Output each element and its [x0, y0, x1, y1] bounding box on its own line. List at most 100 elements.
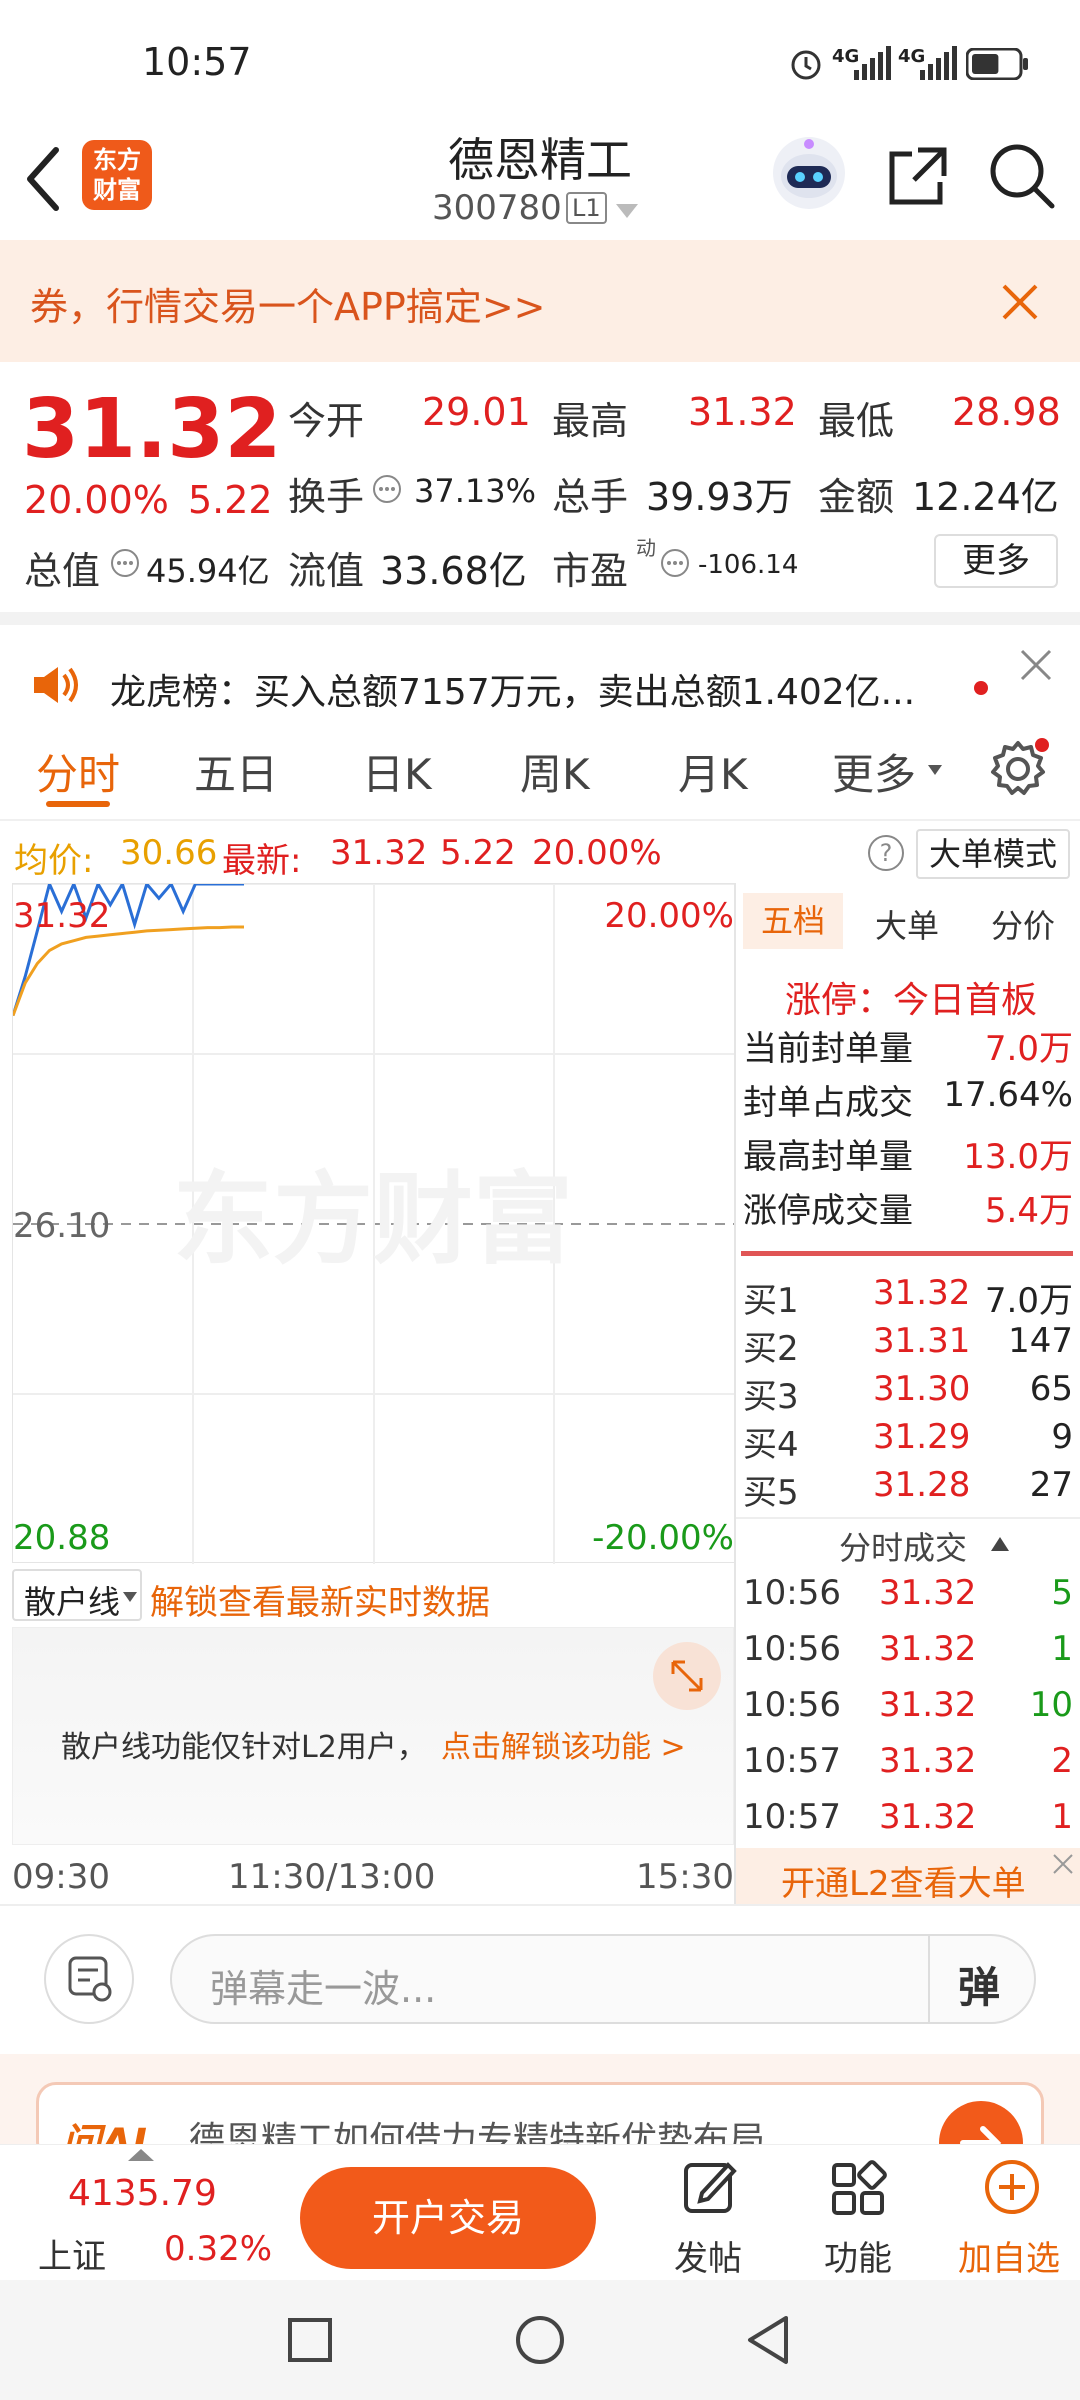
unlock-feature-link[interactable]: 点击解锁该功能 > — [441, 1722, 686, 1766]
promo-banner[interactable]: 券，行情交易一个APP搞定>> — [0, 240, 1080, 362]
tab-monthly-k[interactable]: 月K — [678, 741, 748, 802]
index-value[interactable]: 4135.79 — [68, 2173, 217, 2214]
retail-line-selector[interactable]: 散户线 — [12, 1569, 142, 1621]
stat-value: 17.64% — [943, 1075, 1073, 1115]
expand-icon[interactable] — [653, 1642, 721, 1710]
price-chart-svg[interactable]: 东方财富 — [13, 884, 735, 1564]
search-icon[interactable] — [986, 140, 1056, 210]
edit-post-icon[interactable] — [680, 2157, 740, 2217]
big-order-mode-button[interactable]: 大单模式 — [916, 829, 1070, 879]
danmu-bar: 弹幕走一波... 弹 — [0, 1906, 1080, 2054]
buy-volume: 147 — [1008, 1321, 1073, 1361]
last-change: 5.22 — [440, 833, 516, 873]
function-label[interactable]: 功能 — [824, 2231, 892, 2280]
buy-price: 31.30 — [873, 1369, 971, 1409]
bottom-nav: 4135.79 上证 0.32% 开户交易 发帖 功能 加自选 — [0, 2144, 1080, 2280]
home-icon[interactable] — [514, 2314, 566, 2366]
buy-row: 买5 31.28 27 — [743, 1465, 1073, 1513]
info-icon[interactable] — [110, 548, 140, 578]
back-icon[interactable] — [20, 144, 64, 214]
notice-bar[interactable]: 龙虎榜：买入总额7157万元，卖出总额1.402亿... — [0, 625, 1080, 717]
divider — [734, 883, 736, 1906]
pe-label: 市盈 — [552, 549, 629, 593]
y-top-label: 31.32 — [13, 896, 111, 936]
danmu-input[interactable]: 弹幕走一波... 弹 — [170, 1934, 1036, 2024]
help-icon[interactable]: ? — [868, 835, 904, 871]
danmu-placeholder[interactable]: 弹幕走一波... — [210, 1958, 436, 2013]
stat-row: 封单占成交 17.64% — [743, 1075, 1073, 1123]
intraday-chart[interactable]: 东方财富 31.32 20.00% 26.10 20.88 -20.00% — [12, 883, 735, 1564]
expand-button[interactable] — [653, 1642, 721, 1710]
tick-volume: 2 — [1051, 1741, 1073, 1781]
settings-gear-icon[interactable] — [986, 735, 1050, 799]
change-percent: 20.00% — [24, 478, 169, 522]
retail-line-label[interactable]: 散户线 — [24, 1577, 120, 1623]
stat-label: 封单占成交 — [743, 1083, 913, 1123]
caret-up-icon[interactable] — [989, 1535, 1011, 1553]
alarm-icon — [791, 50, 821, 80]
low-value: 28.98 — [952, 390, 1061, 434]
caret-down-icon[interactable] — [926, 763, 944, 777]
close-icon[interactable] — [1018, 647, 1054, 683]
tab-five-level[interactable]: 五档 — [743, 893, 843, 949]
stock-name: 德恩精工 — [448, 133, 632, 187]
tab-price-distribution[interactable]: 分价 — [991, 901, 1055, 947]
info-icon[interactable] — [660, 548, 690, 578]
period-tabs: 分时 五日 日K 周K 月K 更多 — [0, 717, 1080, 819]
recent-apps-icon[interactable] — [286, 2316, 334, 2364]
close-icon[interactable] — [1051, 1852, 1075, 1876]
caret-down-icon[interactable] — [122, 1591, 138, 1603]
ticks-title[interactable]: 分时成交 — [839, 1523, 967, 1569]
index-percent[interactable]: 0.32% — [164, 2229, 272, 2269]
add-circle-icon[interactable] — [982, 2157, 1042, 2217]
info-icon[interactable] — [372, 474, 402, 504]
top-bar: 东方 财富 德恩精工 300780 L1 — [0, 118, 1080, 240]
apps-grid-icon[interactable] — [828, 2157, 888, 2217]
caret-down-icon[interactable] — [614, 202, 640, 220]
low-label: 最低 — [818, 399, 895, 443]
volume-label: 总手 — [552, 475, 629, 519]
caret-up-icon[interactable] — [126, 2147, 156, 2163]
x-tick-midday: 11:30/13:00 — [228, 1857, 436, 1897]
tab-more[interactable]: 更多 — [832, 741, 916, 802]
tab-weekly-k[interactable]: 周K — [520, 741, 590, 802]
banner-text[interactable]: 券，行情交易一个APP搞定>> — [30, 276, 546, 331]
tab-intraday[interactable]: 分时 — [36, 741, 120, 802]
tick-row: 10:56 31.32 1 — [743, 1629, 1073, 1685]
stat-row: 涨停成交量 5.4万 — [743, 1183, 1073, 1231]
ai-card[interactable]: 问AI 德恩精工如何借力专精特新优势布局 — [0, 2054, 1080, 2162]
notice-text[interactable]: 龙虎榜：买入总额7157万元，卖出总额1.402亿... — [110, 663, 915, 715]
add-watchlist-label[interactable]: 加自选 — [958, 2231, 1060, 2280]
high-label: 最高 — [552, 399, 629, 443]
level-badge[interactable]: L1 — [566, 192, 607, 224]
more-button[interactable]: 更多 — [934, 534, 1058, 588]
unlock-link[interactable]: 解锁查看最新实时数据 — [150, 1575, 490, 1624]
robot-assistant-icon[interactable] — [770, 134, 848, 212]
buy-price: 31.29 — [873, 1417, 971, 1457]
stat-row: 最高封单量 13.0万 — [743, 1129, 1073, 1177]
index-name[interactable]: 上证 — [38, 2229, 106, 2278]
back-nav-icon[interactable] — [744, 2314, 792, 2366]
open-account-trade-button[interactable]: 开户交易 — [300, 2167, 596, 2269]
post-label[interactable]: 发帖 — [674, 2231, 742, 2280]
danmu-settings-button[interactable] — [44, 1934, 134, 2024]
system-nav-bar — [0, 2280, 1080, 2400]
danmu-settings-icon[interactable] — [46, 1936, 132, 2022]
l2-promo-text[interactable]: 开通L2查看大单 — [781, 1856, 1026, 1905]
stat-value: 13.0万 — [963, 1137, 1073, 1177]
tick-time: 10:57 — [743, 1741, 841, 1781]
tab-5day[interactable]: 五日 — [194, 741, 278, 802]
danmu-toggle-button[interactable]: 弹 — [958, 1954, 1000, 2015]
l2-promo[interactable]: 开通L2查看大单 — [735, 1848, 1080, 1906]
tick-price: 31.32 — [879, 1797, 977, 1837]
close-icon[interactable] — [998, 280, 1042, 324]
tick-time: 10:56 — [743, 1573, 841, 1613]
tab-big-order[interactable]: 大单 — [875, 901, 939, 947]
pe-value: -106.14 — [698, 550, 799, 580]
signal-icon-1 — [854, 46, 891, 80]
buy-label: 买1 — [743, 1281, 799, 1321]
tick-row: 10:56 31.32 5 — [743, 1573, 1073, 1629]
tab-daily-k[interactable]: 日K — [362, 741, 432, 802]
share-icon[interactable] — [884, 144, 950, 210]
x-tick-open: 09:30 — [12, 1857, 110, 1897]
